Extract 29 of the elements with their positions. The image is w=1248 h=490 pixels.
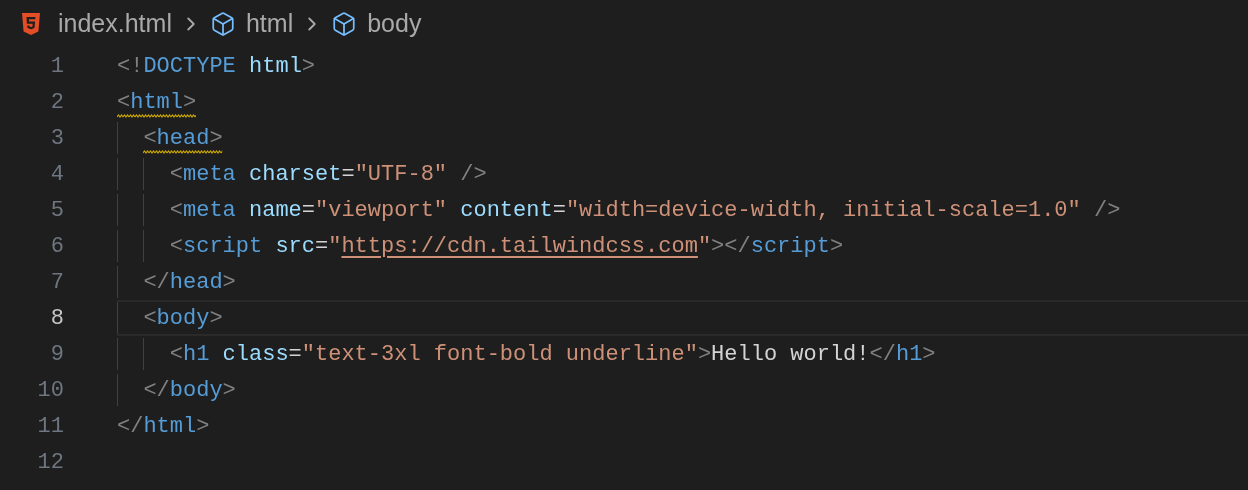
code-line: <script src="https://cdn.tailwindcss.com"></script>	[169, 233, 844, 259]
line-number: 9	[49, 340, 64, 369]
line-number: 10	[36, 376, 64, 405]
code-line: <meta charset="UTF-8" />	[169, 161, 487, 187]
breadcrumb-item[interactable]: index.html	[58, 5, 172, 43]
line-number: 11	[36, 412, 64, 441]
code-line: </body>	[143, 377, 236, 403]
line-number: 4	[49, 160, 64, 189]
line-number: 12	[36, 448, 64, 477]
code-line: <meta name="viewport" content="width=device-width, initial-scale=1.0" />	[169, 197, 1121, 223]
breadcrumb-item[interactable]: body	[367, 5, 422, 43]
cube-icon	[331, 11, 358, 37]
cube-icon	[209, 11, 236, 37]
html5-file-icon	[22, 13, 40, 35]
line-number: 5	[49, 196, 64, 225]
line-number: 2	[49, 88, 64, 117]
code-line: <!DOCTYPE html>	[117, 53, 316, 79]
code-line: </html>	[117, 413, 210, 439]
code-line: <html>	[117, 89, 197, 115]
code-line: <head>	[143, 125, 223, 151]
line-number: 1	[49, 52, 64, 81]
line-number: 6	[49, 232, 64, 261]
line-number: 8	[49, 304, 64, 333]
code-line: <body>	[143, 305, 223, 331]
code-line: </head>	[143, 269, 236, 295]
breadcrumb-item[interactable]: html	[245, 5, 294, 43]
line-number: 7	[49, 268, 64, 297]
line-number: 3	[49, 124, 64, 153]
code-line: <h1 class="text-3xl font-bold underline">Hello world!</h1>	[169, 341, 936, 367]
